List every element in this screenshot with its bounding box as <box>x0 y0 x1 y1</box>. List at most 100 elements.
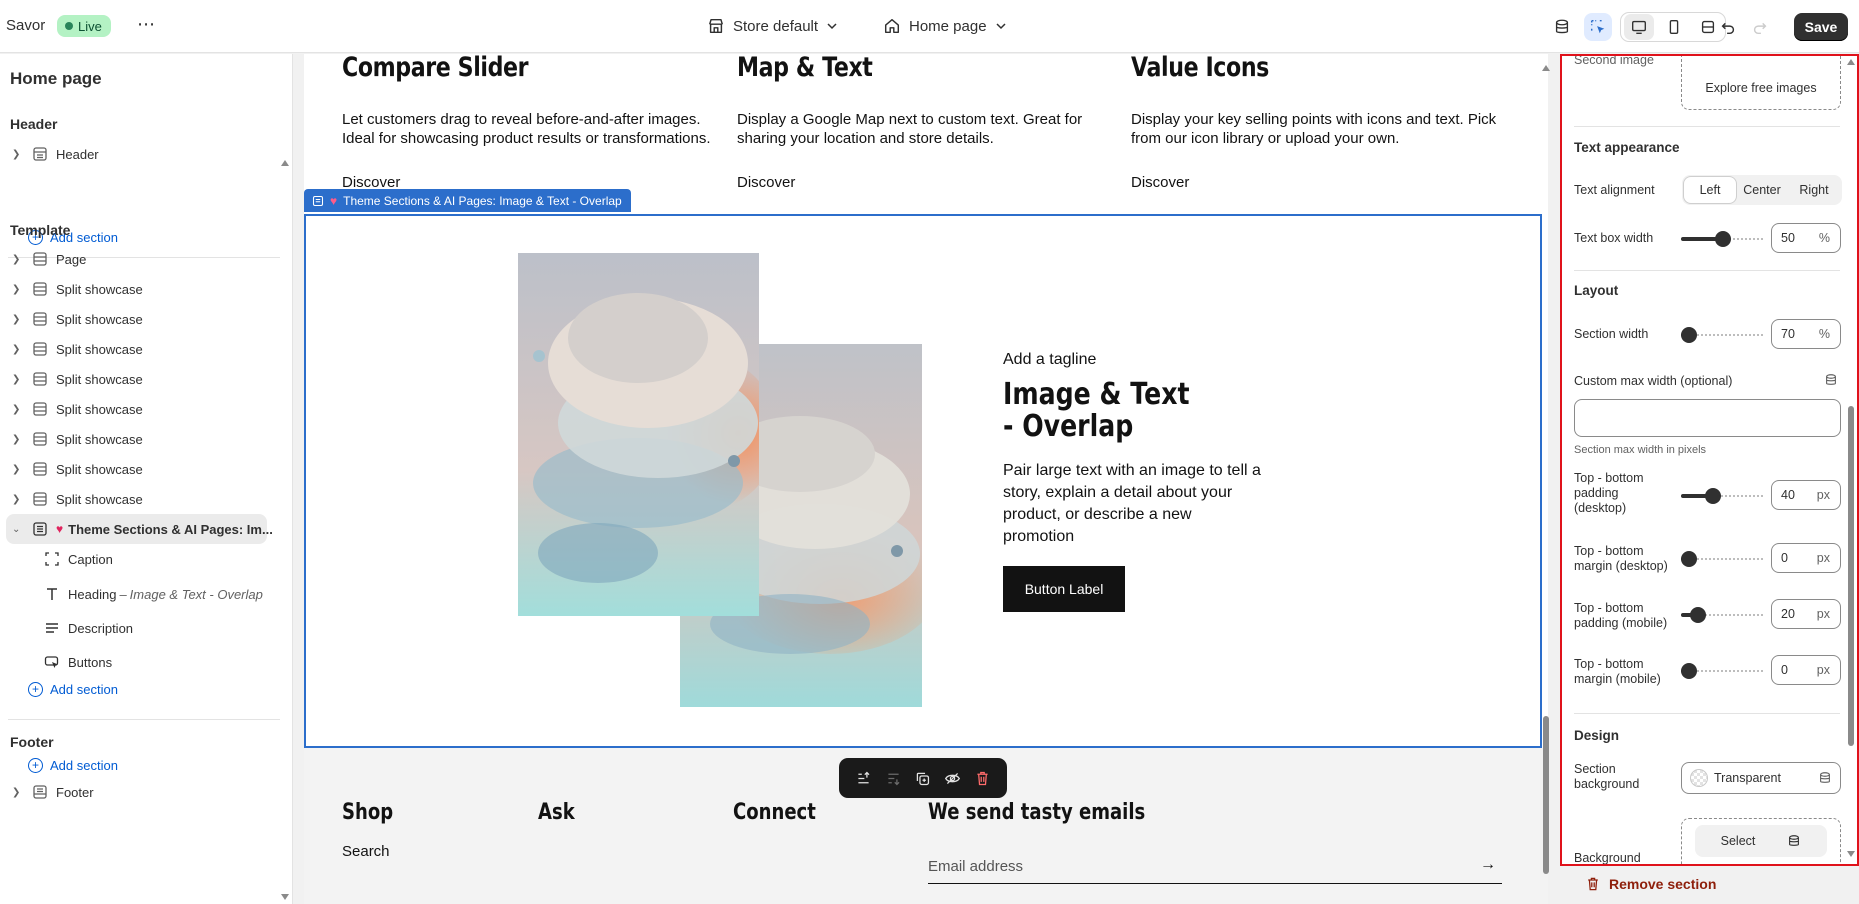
slider-handle[interactable] <box>1681 327 1697 343</box>
sidebar-item-page[interactable]: ❯ Page <box>12 247 86 271</box>
dynamic-source-icon[interactable] <box>1824 373 1838 387</box>
overlap-image-first[interactable] <box>518 253 759 616</box>
trash-icon <box>1588 877 1598 891</box>
background-select-button[interactable]: Select <box>1695 825 1827 857</box>
remove-section-button[interactable]: Remove section <box>1585 876 1716 892</box>
sidebar-item-split-showcase[interactable]: ❯ Split showcase <box>12 427 143 451</box>
chevron-right-icon: ❯ <box>12 373 21 385</box>
align-center-option[interactable]: Center <box>1736 177 1788 203</box>
move-up-icon[interactable] <box>855 770 872 787</box>
add-section-footer[interactable]: + Add section <box>28 754 118 776</box>
heart-icon: ♥ <box>56 522 64 536</box>
delete-icon[interactable] <box>974 770 991 787</box>
padding-desktop-label: Top - bottom padding (desktop) <box>1574 471 1644 515</box>
scroll-down-arrow-icon[interactable] <box>280 892 290 902</box>
explore-free-images-label: Explore free images <box>1705 80 1817 95</box>
scrollbar-thumb[interactable] <box>1848 406 1854 746</box>
overlap-cta-button[interactable]: Button Label <box>1003 566 1125 612</box>
align-right-option[interactable]: Right <box>1788 177 1840 203</box>
margin-desktop-slider[interactable] <box>1681 551 1765 567</box>
divider <box>1574 270 1840 271</box>
section-width-field[interactable]: 70% <box>1771 319 1841 349</box>
margin-mobile-slider[interactable] <box>1681 663 1765 679</box>
chevron-right-icon: ❯ <box>12 148 21 160</box>
text-box-width-field[interactable]: 50% <box>1771 223 1841 253</box>
block-heading[interactable]: Heading – Image & Text - Overlap <box>44 582 263 606</box>
padding-desktop-field[interactable]: 40 px <box>1771 480 1841 510</box>
scroll-up-arrow-icon[interactable] <box>1847 58 1855 66</box>
padding-mobile-slider[interactable] <box>1681 607 1765 623</box>
sidebar-item-split-showcase[interactable]: ❯ Split showcase <box>12 307 143 331</box>
block-buttons[interactable]: Buttons <box>44 650 112 674</box>
padding-mobile-field[interactable]: 20 px <box>1771 599 1841 629</box>
sidebar-item-header[interactable]: ❯ Header <box>12 142 99 166</box>
chevron-right-icon: ❯ <box>12 433 21 445</box>
scroll-up-arrow-icon[interactable] <box>280 158 290 168</box>
explore-free-images-button[interactable]: Explore free images <box>1681 56 1841 110</box>
database-button[interactable] <box>1548 13 1576 41</box>
section-icon <box>33 402 47 416</box>
sidebar-item-split-showcase[interactable]: ❯ Split showcase <box>12 457 143 481</box>
more-actions-button[interactable]: ⋯ <box>134 14 158 38</box>
page-selector[interactable]: Home page <box>883 14 1007 38</box>
section-width-slider[interactable] <box>1681 327 1765 343</box>
block-description[interactable]: Description <box>44 616 133 640</box>
move-down-icon[interactable] <box>885 770 902 787</box>
sidebar-item-split-showcase[interactable]: ❯ Split showcase <box>12 337 143 361</box>
field-value: 70 <box>1781 327 1795 341</box>
sidebar-item-split-showcase[interactable]: ❯ Split showcase <box>12 367 143 391</box>
sidebar-item-label: Split showcase <box>56 371 143 387</box>
scroll-down-arrow-icon[interactable] <box>1847 850 1855 858</box>
custom-max-width-input[interactable] <box>1574 399 1841 437</box>
field-unit: px <box>1816 607 1830 621</box>
hide-eye-icon[interactable] <box>944 770 961 787</box>
live-badge: Live <box>57 15 111 37</box>
slider-handle[interactable] <box>1681 551 1697 567</box>
footer-link-search[interactable]: Search <box>342 843 390 860</box>
block-caption[interactable]: Caption <box>44 547 113 571</box>
margin-desktop-field[interactable]: 0 px <box>1771 543 1841 573</box>
scroll-up-arrow-icon[interactable] <box>1542 64 1550 72</box>
margin-mobile-label: Top - bottom margin (mobile) <box>1574 657 1661 686</box>
save-button[interactable]: Save <box>1794 13 1848 41</box>
dynamic-source-icon <box>1789 835 1800 846</box>
design-heading: Design <box>1574 728 1620 743</box>
sidebar-item-split-showcase[interactable]: ❯ Split showcase <box>12 397 143 421</box>
slider-handle[interactable] <box>1681 663 1697 679</box>
feature-discover-link[interactable]: Discover <box>737 174 795 191</box>
feature-discover-link[interactable]: Discover <box>1131 174 1189 191</box>
align-left-option[interactable]: Left <box>1684 177 1736 203</box>
duplicate-icon[interactable] <box>914 770 931 787</box>
desktop-view-button[interactable] <box>1624 14 1654 40</box>
slider-handle[interactable] <box>1704 488 1721 504</box>
scrollbar-thumb[interactable] <box>1543 716 1549 874</box>
dynamic-source-icon[interactable] <box>1818 771 1832 785</box>
store-selector[interactable]: Store default <box>707 14 838 38</box>
section-background-picker[interactable]: Transparent <box>1681 762 1841 794</box>
mobile-view-button[interactable] <box>1659 14 1689 40</box>
add-section-template[interactable]: + Add section <box>28 678 118 700</box>
settings-scrollbar[interactable] <box>1847 56 1855 864</box>
preview-scrollbar[interactable] <box>1541 64 1551 900</box>
text-box-width-slider[interactable] <box>1681 231 1765 247</box>
inspector-button[interactable] <box>1584 13 1612 41</box>
slider-handle[interactable] <box>1689 607 1706 623</box>
slider-handle[interactable] <box>1715 231 1731 247</box>
padding-desktop-slider[interactable] <box>1681 488 1765 504</box>
arrow-right-icon[interactable]: → <box>1480 856 1496 874</box>
sidebar-item-footer[interactable]: ❯ Footer <box>12 780 94 804</box>
selected-section-outline[interactable] <box>304 214 1542 748</box>
live-badge-label: Live <box>78 18 102 34</box>
undo-button[interactable] <box>1714 13 1742 41</box>
sidebar-item-split-showcase[interactable]: ❯ Split showcase <box>12 277 143 301</box>
section-icon <box>33 462 47 476</box>
margin-mobile-field[interactable]: 0 px <box>1771 655 1841 685</box>
add-section-label: Add section <box>50 681 118 697</box>
sidebar-item-split-showcase[interactable]: ❯ Split showcase <box>12 487 143 511</box>
field-value: 40 <box>1781 488 1795 502</box>
store-name: Savor <box>6 17 46 34</box>
sidebar-item-theme-section[interactable]: ⌄ ♥ Theme Sections & AI Pages: Im... <box>12 517 273 541</box>
sidebar-item-label: Split showcase <box>56 491 143 507</box>
redo-button[interactable] <box>1746 13 1774 41</box>
email-input[interactable]: Email address → <box>928 848 1502 884</box>
